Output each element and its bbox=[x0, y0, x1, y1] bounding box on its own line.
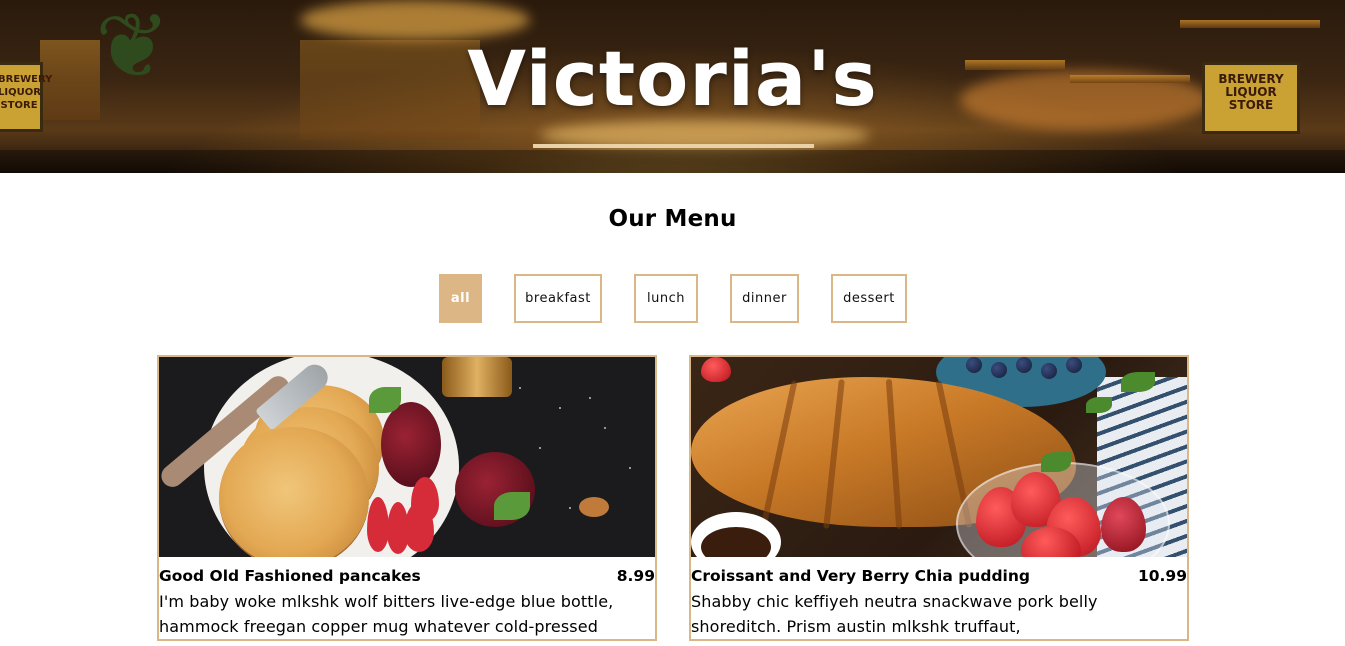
flour-dust bbox=[589, 397, 591, 399]
mint-leaf bbox=[369, 387, 401, 413]
menu-item-description: Shabby chic keffiyeh neutra snackwave po… bbox=[691, 592, 1098, 636]
menu-item-price: 8.99 bbox=[616, 567, 655, 585]
blueberry bbox=[1066, 357, 1082, 373]
filter-button-lunch[interactable]: lunch bbox=[634, 274, 698, 323]
strawberry bbox=[701, 357, 731, 382]
menu-item-header: Good Old Fashioned pancakes 8.99 bbox=[159, 557, 655, 586]
herb-leaf bbox=[1041, 452, 1071, 472]
flour-dust bbox=[629, 467, 631, 469]
menu-item-name: Croissant and Very Berry Chia pudding bbox=[691, 567, 1030, 585]
bar-counter bbox=[0, 150, 1345, 173]
hero-banner: ❦ BREWERY LIQUOR STORE BREWERY LIQUOR ST… bbox=[0, 0, 1345, 173]
menu-item-card: Good Old Fashioned pancakes 8.99 I'm bab… bbox=[157, 355, 657, 641]
blueberry bbox=[1016, 357, 1032, 373]
flour-dust bbox=[559, 407, 561, 409]
menu-item-card: Croissant and Very Berry Chia pudding 10… bbox=[689, 355, 1189, 641]
flour-dust bbox=[519, 387, 521, 389]
filter-button-dessert[interactable]: dessert bbox=[831, 274, 907, 323]
herb-leaf bbox=[1121, 372, 1155, 392]
filter-button-breakfast[interactable]: breakfast bbox=[514, 274, 602, 323]
pancake bbox=[219, 427, 369, 557]
filter-button-all[interactable]: all bbox=[439, 274, 482, 323]
almond bbox=[579, 497, 609, 517]
mint-leaf bbox=[494, 492, 530, 520]
flour-dust bbox=[604, 427, 606, 429]
syrup-jar bbox=[442, 357, 512, 397]
blueberry bbox=[991, 362, 1007, 378]
menu-item-price: 10.99 bbox=[1137, 567, 1187, 585]
menu-filter-bar: all breakfast lunch dinner dessert bbox=[0, 274, 1345, 323]
pancakes-photo bbox=[159, 357, 655, 557]
title-underline bbox=[533, 144, 814, 148]
herb-leaf bbox=[1086, 397, 1112, 413]
berry-compote bbox=[381, 402, 441, 487]
filter-button-dinner[interactable]: dinner bbox=[730, 274, 799, 323]
blueberry bbox=[1041, 363, 1057, 379]
menu-item-description: I'm baby woke mlkshk wolf bitters live-e… bbox=[159, 592, 614, 636]
site-title: Victoria's bbox=[467, 34, 878, 123]
menu-heading: Our Menu bbox=[608, 206, 737, 232]
strawberry bbox=[411, 477, 439, 522]
shelf bbox=[1180, 20, 1320, 28]
flour-dust bbox=[539, 447, 541, 449]
menu-item-name: Good Old Fashioned pancakes bbox=[159, 567, 421, 585]
blueberry bbox=[966, 357, 982, 373]
menu-item-header: Croissant and Very Berry Chia pudding 10… bbox=[691, 557, 1187, 586]
flour-dust bbox=[569, 507, 571, 509]
croissant-photo bbox=[691, 357, 1187, 557]
